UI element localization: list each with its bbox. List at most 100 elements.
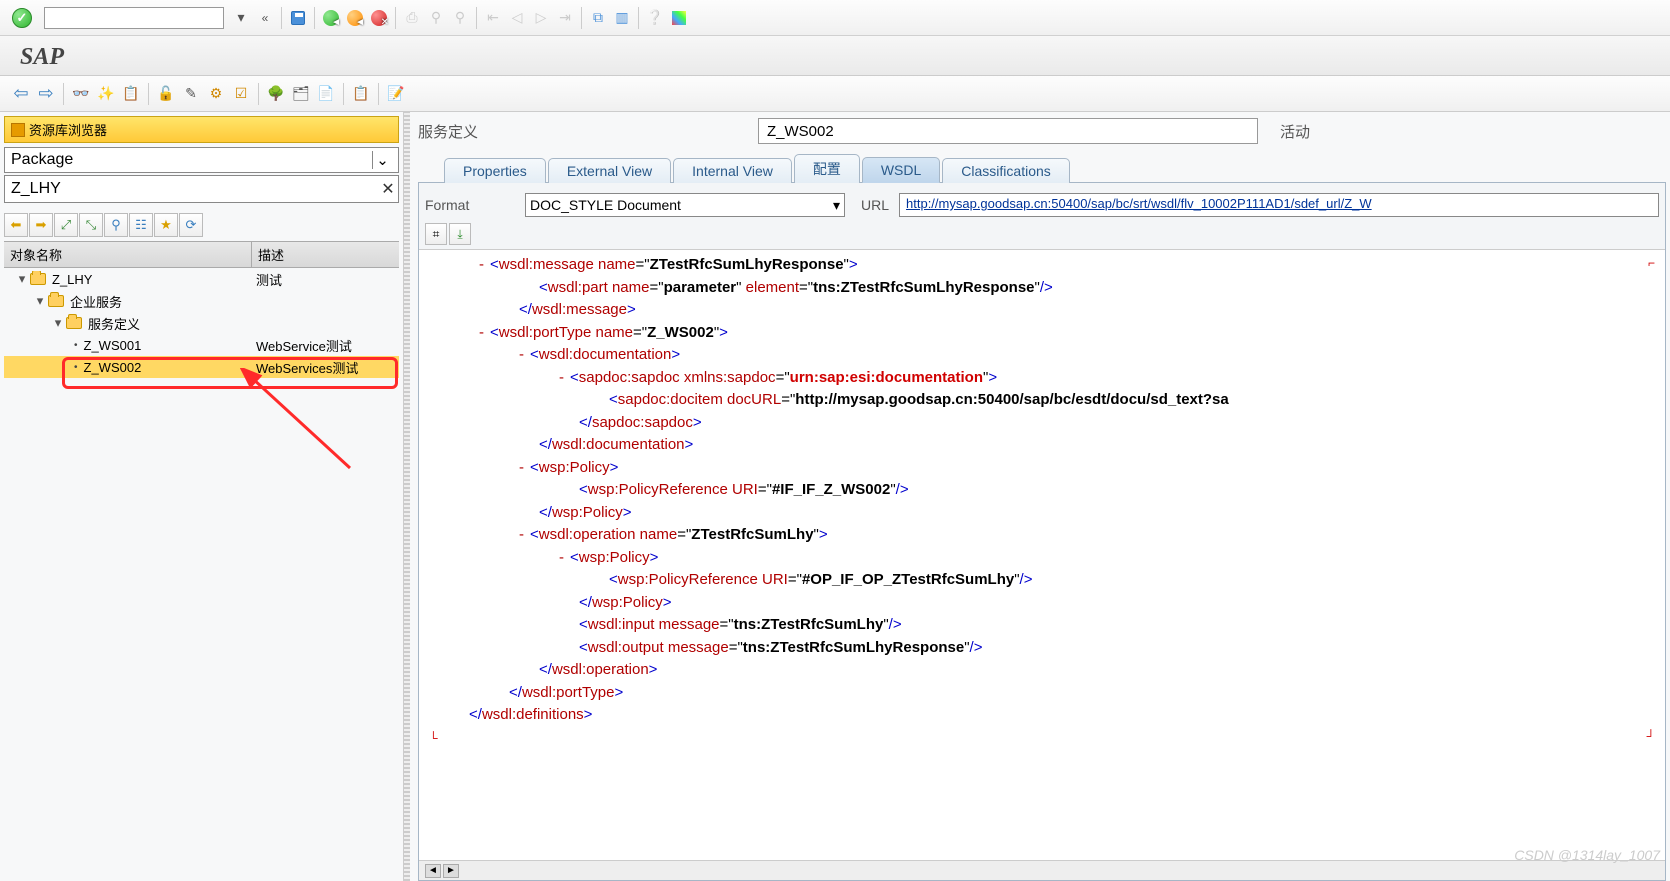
h-scrollbar[interactable]: ◄ ► — [419, 860, 1665, 880]
scroll-left-icon[interactable]: ◄ — [425, 864, 441, 878]
twisty-icon[interactable]: ▾ — [52, 315, 64, 331]
first-page-icon[interactable]: ⇤ — [482, 7, 504, 29]
corner-mark-icon: ⌐ — [1648, 254, 1655, 272]
node-label: Z_WS001 — [84, 338, 142, 353]
tab-classifications[interactable]: Classifications — [942, 158, 1069, 183]
chevron-down-icon[interactable]: ⌄ — [372, 151, 392, 169]
clipboard-icon[interactable]: 📋 — [350, 83, 372, 105]
sub-toolbar: ⇦ ⇨ 👓 ✨ 📋 🔓 ✎ ⚙ ☑ 🌳 🗂 📄 📋 📝 — [0, 76, 1670, 112]
tab-content: Format DOC_STYLE Document ▾ URL http://m… — [418, 182, 1666, 881]
left-panel: 资源库浏览器 Package ⌄ ✕ ⬅ ➡ ⤢ ⤡ ⚲ ☷ ★ ⟳ 对象名称 … — [0, 112, 404, 881]
dropdown-icon[interactable]: ▾ — [230, 7, 252, 29]
tab-bar: Properties External View Internal View 配… — [414, 154, 1670, 182]
url-field[interactable]: http://mysap.goodsap.cn:50400/sap/bc/srt… — [899, 193, 1659, 217]
twisty-icon[interactable]: ▾ — [34, 293, 46, 309]
package-input[interactable] — [5, 178, 378, 200]
col-desc: 描述 — [252, 242, 399, 267]
collapse-all-icon[interactable]: ⤡ — [79, 213, 103, 237]
tab-properties[interactable]: Properties — [444, 158, 546, 183]
wsdl-toolbar: ⌗ ⤓ — [419, 223, 1665, 249]
url-label: URL — [861, 197, 889, 213]
back-button[interactable]: ◄ — [320, 7, 342, 29]
note-icon[interactable]: 📝 — [385, 83, 407, 105]
find-next-icon[interactable]: ⚲ — [449, 7, 471, 29]
node-label: Z_WS002 — [84, 360, 142, 375]
folder-icon — [48, 295, 64, 307]
activate-icon[interactable]: 🔓 — [155, 83, 177, 105]
corner-mark-icon: ┘ — [1646, 727, 1655, 745]
list-icon[interactable]: 📄 — [315, 83, 337, 105]
tab-config[interactable]: 配置 — [794, 154, 860, 183]
corner-mark-icon: └ — [429, 731, 438, 745]
new-window-icon[interactable]: ⧉ — [587, 7, 609, 29]
format-row: Format DOC_STYLE Document ▾ URL http://m… — [419, 183, 1665, 223]
title-bar: SAP — [0, 36, 1670, 76]
repo-icon — [11, 123, 25, 137]
node-desc: WebService测试 — [252, 336, 399, 355]
refresh-icon[interactable]: ⟳ — [179, 213, 203, 237]
tree-toolbar: ⬅ ➡ ⤢ ⤡ ⚲ ☷ ★ ⟳ — [4, 213, 399, 237]
right-panel: 服务定义 活动 Properties External View Interna… — [410, 112, 1670, 881]
folder-icon — [30, 273, 46, 285]
right-arrow-icon[interactable]: ➡ — [29, 213, 53, 237]
tree-icon[interactable]: 🌳 — [265, 83, 287, 105]
ok-icon[interactable]: ✓ — [12, 8, 32, 28]
edit-icon[interactable]: ✎ — [180, 83, 202, 105]
selector-combo[interactable]: Package ⌄ — [4, 147, 399, 173]
bullet-icon: • — [70, 340, 82, 351]
next-page-icon[interactable]: ▷ — [530, 7, 552, 29]
tab-external-view[interactable]: External View — [548, 158, 671, 183]
tab-wsdl[interactable]: WSDL — [862, 157, 940, 183]
wand-icon[interactable]: ✨ — [95, 83, 117, 105]
tree-row-selected[interactable]: •Z_WS002 WebServices测试 — [4, 356, 399, 378]
print-icon[interactable]: ⎙ — [401, 7, 423, 29]
selector-value: Package — [11, 151, 73, 169]
expand-icon[interactable]: ⤢ — [54, 213, 78, 237]
def-status: 活动 — [1280, 121, 1310, 142]
exit-button[interactable]: ◄ — [344, 7, 366, 29]
def-value-input[interactable] — [758, 118, 1258, 144]
tree-row[interactable]: ▾Z_LHY 测试 — [4, 268, 399, 290]
prev-page-icon[interactable]: ◁ — [506, 7, 528, 29]
left-arrow-icon[interactable]: ⬅ — [4, 213, 28, 237]
node-desc: 测试 — [252, 270, 399, 289]
nav-fwd-icon[interactable]: ⇨ — [35, 83, 57, 105]
repo-header: 资源库浏览器 — [4, 116, 399, 143]
save-button[interactable] — [287, 7, 309, 29]
display-icon[interactable]: ☷ — [129, 213, 153, 237]
check-icon[interactable]: ☑ — [230, 83, 252, 105]
format-combo[interactable]: DOC_STYLE Document ▾ — [525, 193, 845, 217]
find-icon[interactable]: ⚲ — [425, 7, 447, 29]
object-tree: ▾Z_LHY 测试 ▾企业服务 ▾服务定义 •Z_WS001 WebServic… — [4, 268, 399, 378]
hierarchy-icon[interactable]: 🗂 — [290, 83, 312, 105]
copy-icon[interactable]: 📋 — [120, 83, 142, 105]
command-input[interactable] — [44, 7, 224, 29]
clear-icon[interactable]: ✕ — [378, 179, 398, 199]
last-page-icon[interactable]: ⇥ — [554, 7, 576, 29]
tree-row[interactable]: ▾企业服务 — [4, 290, 399, 312]
favorite-icon[interactable]: ★ — [154, 213, 178, 237]
collapse-icon[interactable]: « — [254, 7, 276, 29]
twisty-icon[interactable]: ▾ — [16, 271, 28, 287]
glasses-icon[interactable]: 👓 — [70, 83, 92, 105]
nav-back-icon[interactable]: ⇦ — [10, 83, 32, 105]
node-desc: WebServices测试 — [252, 358, 399, 377]
where-used-icon[interactable]: ⚙ — [205, 83, 227, 105]
tab-internal-view[interactable]: Internal View — [673, 158, 792, 183]
layout-icon[interactable]: ▥ — [611, 7, 633, 29]
help-icon[interactable]: ❔ — [644, 7, 666, 29]
customize-icon[interactable] — [668, 7, 690, 29]
cancel-button[interactable]: ✕ — [368, 7, 390, 29]
wsdl-source[interactable]: ⌐ -<wsdl:message name="ZTestRfcSumLhyRes… — [419, 249, 1665, 860]
tree-row[interactable]: ▾服务定义 — [4, 312, 399, 334]
xml-view-icon[interactable]: ⌗ — [425, 223, 447, 245]
col-name: 对象名称 — [4, 242, 252, 267]
format-label: Format — [425, 197, 515, 213]
export-icon[interactable]: ⤓ — [449, 223, 471, 245]
repo-header-label: 资源库浏览器 — [29, 120, 107, 139]
tree-row[interactable]: •Z_WS001 WebService测试 — [4, 334, 399, 356]
search-tree-icon[interactable]: ⚲ — [104, 213, 128, 237]
scroll-right-icon[interactable]: ► — [443, 864, 459, 878]
chevron-down-icon[interactable]: ▾ — [833, 197, 840, 214]
tree-header: 对象名称 描述 — [4, 241, 399, 268]
